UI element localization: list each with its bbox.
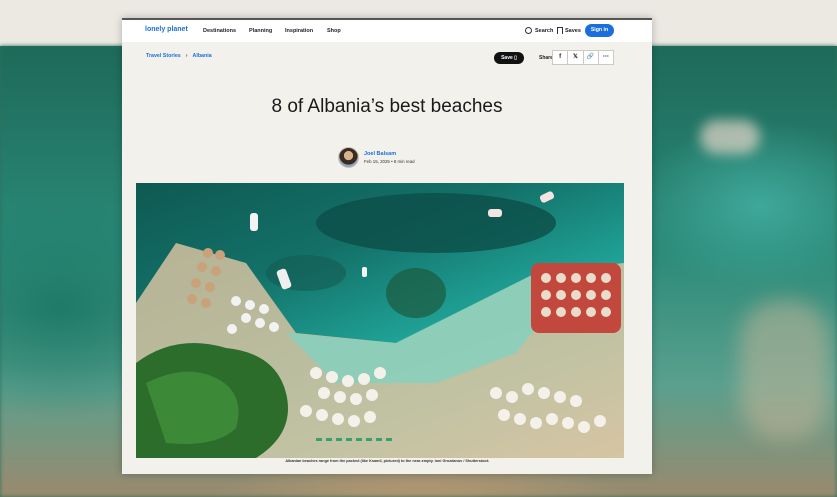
nav-shop[interactable]: Shop — [327, 28, 341, 34]
logo[interactable]: lonely planet — [145, 26, 188, 33]
breadcrumb: Travel Stories › Albania — [146, 53, 212, 59]
nav-inspiration[interactable]: Inspiration — [285, 28, 313, 34]
search-icon[interactable] — [525, 27, 532, 34]
page-title: 8 of Albania’s best beaches — [271, 96, 503, 117]
saves-link[interactable]: Saves — [565, 28, 581, 34]
breadcrumb-separator: › — [185, 53, 188, 59]
bookmark-icon[interactable] — [557, 27, 563, 34]
article-card: lonely planet Destinations Planning Insp… — [122, 18, 652, 474]
author-name[interactable]: Joel Balsam — [364, 151, 396, 157]
nav-destinations[interactable]: Destinations — [203, 28, 236, 34]
background-boat — [700, 120, 760, 154]
share-buttons: f 𝕏 🔗 ⋯ — [552, 50, 614, 65]
background-rock — [740, 300, 830, 440]
bookmark-icon: ▯ — [514, 55, 517, 61]
save-label: Save — [501, 55, 513, 61]
breadcrumb-travel-stories[interactable]: Travel Stories — [146, 53, 181, 59]
save-button[interactable]: Save ▯ — [494, 52, 524, 64]
nav-planning[interactable]: Planning — [249, 28, 272, 34]
breadcrumb-albania[interactable]: Albania — [193, 53, 212, 59]
hero-image — [136, 183, 624, 458]
top-nav: lonely planet Destinations Planning Insp… — [122, 18, 652, 42]
signin-button[interactable]: Sign in — [585, 24, 614, 37]
beach-aerial-illustration — [136, 191, 624, 458]
avatar[interactable] — [338, 147, 359, 168]
link-icon[interactable]: 🔗 — [584, 51, 599, 64]
search-link[interactable]: Search — [535, 28, 553, 34]
share-label: Share — [539, 55, 553, 61]
more-icon[interactable]: ⋯ — [599, 51, 613, 64]
image-caption: Albanian beaches range from the packed (… — [285, 459, 489, 463]
facebook-icon[interactable]: f — [553, 51, 569, 64]
x-icon[interactable]: 𝕏 — [568, 51, 584, 64]
article-meta: Feb 15, 2025 • 8 min read — [364, 159, 415, 164]
